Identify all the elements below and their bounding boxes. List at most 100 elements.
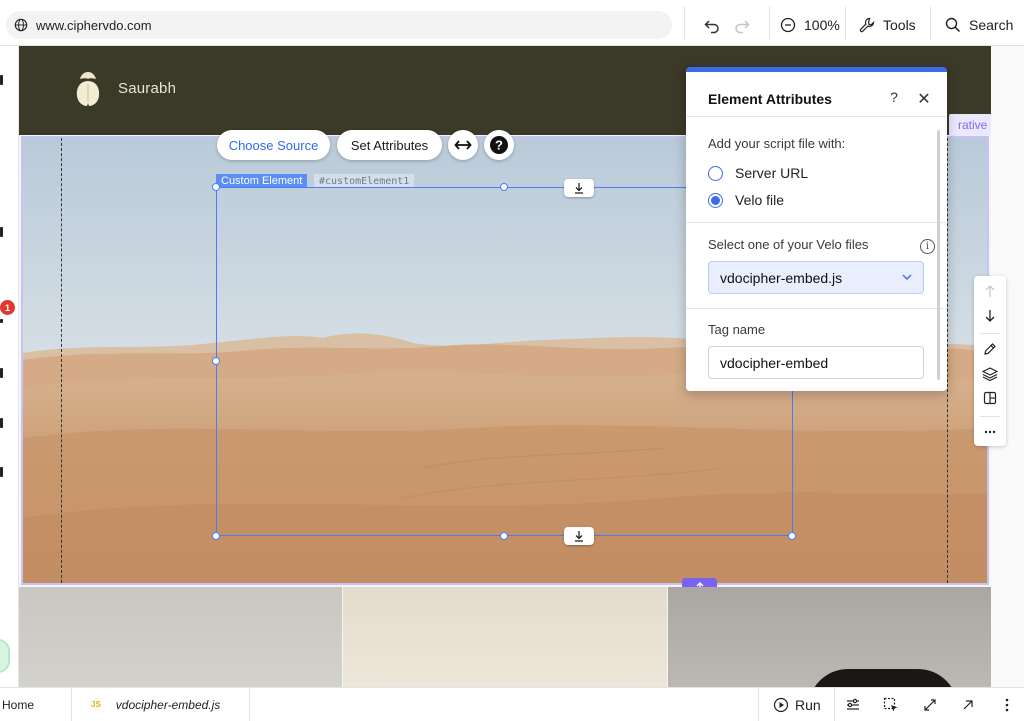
zoom-button[interactable]: 100% [780,12,840,38]
arrow-up-icon [985,285,995,297]
gallery-image[interactable] [343,587,667,687]
panel-help-button[interactable]: ? [885,89,903,107]
sidebar-item[interactable] [0,75,3,85]
divider [930,6,931,40]
zoom-out-icon [780,17,796,33]
anchor-button[interactable] [564,179,594,197]
divider [980,416,1000,417]
notification-badge[interactable]: 1 [0,300,15,315]
redo-button[interactable] [733,12,759,38]
sidebar-item[interactable] [0,418,3,428]
layers-button[interactable] [974,362,1006,386]
wrench-icon [859,17,875,33]
logo-icon [76,72,100,106]
sidebar-item[interactable] [0,368,3,378]
strip-name-tag[interactable]: rative [949,114,991,136]
tools-button[interactable]: Tools [859,12,916,38]
gallery-image[interactable] [19,587,342,687]
inspect-button[interactable] [880,694,902,716]
guide-line [947,138,948,583]
more-actions-button[interactable] [974,420,1006,444]
resize-handle[interactable] [788,532,796,540]
play-icon [773,697,789,712]
resize-handle[interactable] [500,183,508,191]
radio-button[interactable] [708,165,723,181]
option-label: Server URL [735,165,809,181]
help-button[interactable]: ? [484,130,514,160]
element-side-toolbar [974,276,1006,446]
velo-file-option[interactable]: Velo file [708,191,784,209]
info-icon[interactable]: i [920,239,935,254]
guide-line [61,138,62,583]
resize-handle[interactable] [212,532,220,540]
address-bar[interactable]: www.ciphervdo.com [6,11,672,39]
pencil-icon [984,343,996,355]
resize-handle[interactable] [500,532,508,540]
divider [834,688,835,721]
element-type-label: Custom Element [216,174,308,188]
sidebar-item[interactable] [0,467,3,477]
open-external-button[interactable] [957,694,979,716]
resize-handle[interactable] [212,183,220,191]
stretch-button[interactable] [448,130,478,160]
velo-file-label: Select one of your Velo files [708,237,869,252]
divider [686,222,947,223]
left-sidebar: 1 [0,46,19,687]
select-element-icon [883,697,898,712]
divider [686,308,947,309]
more-horizontal-icon [984,430,996,434]
photo-subject [808,669,958,687]
search-icon [945,17,961,33]
element-attributes-panel: Element Attributes ? ✕ Add your script f… [686,67,947,391]
file-name: vdocipher-embed.js [115,697,221,712]
move-up-button[interactable] [974,279,1006,303]
sidebar-item[interactable] [0,319,3,323]
file-tab[interactable]: JS vdocipher-embed.js [91,688,220,721]
home-tab[interactable]: Home [2,688,34,721]
tag-name-input[interactable]: vdocipher-embed [708,346,924,379]
url-text: www.ciphervdo.com [36,17,152,33]
run-button[interactable]: Run [773,688,821,721]
anchor-button[interactable] [564,527,594,545]
tools-label: Tools [883,17,916,33]
panel-title: Element Attributes [708,91,832,107]
set-attributes-button[interactable]: Set Attributes [337,130,442,160]
browser-top-bar: www.ciphervdo.com 100% Tools Search [0,0,1024,46]
search-label: Search [969,17,1014,33]
expand-button[interactable] [919,694,941,716]
more-vertical-icon [1005,698,1009,712]
globe-icon [14,18,28,32]
undo-icon [704,20,719,34]
search-button[interactable]: Search [945,12,1013,38]
layout-button[interactable] [974,386,1006,410]
more-options-button[interactable] [996,694,1018,716]
expand-icon [924,699,936,711]
panel-close-button[interactable]: ✕ [915,89,933,108]
arrow-up-right-icon [963,700,973,710]
zoom-level: 100% [804,17,840,33]
velo-file-dropdown[interactable]: vdocipher-embed.js [708,261,924,294]
tag-name-value: vdocipher-embed [720,354,829,371]
radio-button-checked[interactable] [708,192,723,208]
divider [684,6,685,40]
divider [758,688,759,721]
sidebar-item[interactable] [0,227,3,237]
resize-handle[interactable] [212,357,220,365]
choose-source-button[interactable]: Choose Source [217,130,330,160]
undo-button[interactable] [703,12,729,38]
edit-design-button[interactable] [974,337,1006,361]
divider [769,6,770,40]
option-label: Velo file [735,192,785,208]
divider [845,6,846,40]
lower-section[interactable] [19,587,991,687]
layout-icon [983,391,997,405]
server-url-option[interactable]: Server URL [708,164,808,182]
download-icon [575,183,583,194]
properties-button[interactable] [842,694,864,716]
element-id-label: #customElement1 [314,174,415,188]
divider [686,116,947,117]
gallery-image[interactable] [668,587,991,687]
chevron-down-icon [902,274,912,280]
panel-scrollbar[interactable] [937,130,940,380]
move-down-button[interactable] [974,304,1006,328]
